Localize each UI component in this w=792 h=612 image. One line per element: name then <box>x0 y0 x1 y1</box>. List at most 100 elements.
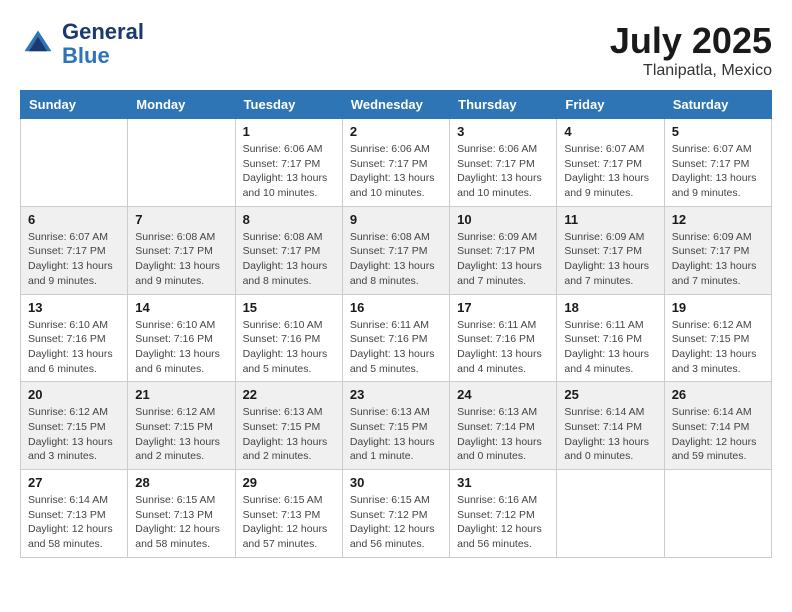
day-number: 14 <box>135 300 227 315</box>
day-number: 19 <box>672 300 764 315</box>
day-number: 20 <box>28 387 120 402</box>
day-detail: Sunrise: 6:06 AM Sunset: 7:17 PM Dayligh… <box>350 142 442 201</box>
day-number: 4 <box>564 124 656 139</box>
day-detail: Sunrise: 6:09 AM Sunset: 7:17 PM Dayligh… <box>457 230 549 289</box>
calendar-cell: 20Sunrise: 6:12 AM Sunset: 7:15 PM Dayli… <box>21 382 128 470</box>
day-detail: Sunrise: 6:08 AM Sunset: 7:17 PM Dayligh… <box>350 230 442 289</box>
day-number: 25 <box>564 387 656 402</box>
day-detail: Sunrise: 6:13 AM Sunset: 7:15 PM Dayligh… <box>350 405 442 464</box>
calendar-cell: 8 Sunrise: 6:08 AM Sunset: 7:17 PM Daylig… <box>235 206 342 294</box>
logo-text: General Blue <box>62 20 144 68</box>
day-number: 28 <box>135 475 227 490</box>
calendar-cell: 31Sunrise: 6:16 AM Sunset: 7:12 PM Dayli… <box>450 470 557 558</box>
calendar-cell <box>21 119 128 207</box>
day-number: 17 <box>457 300 549 315</box>
month-title: July 2025 <box>610 20 772 62</box>
calendar-week-row: 20 Sunrise: 6:12 AM Sunset: 7:15 PM Dayli… <box>21 382 772 470</box>
day-number: 22 <box>243 387 335 402</box>
day-number: 18 <box>564 300 656 315</box>
weekday-header-thursday: Thursday <box>450 91 557 119</box>
calendar-cell: 28Sunrise: 6:15 AM Sunset: 7:13 PM Dayli… <box>128 470 235 558</box>
day-number: 11 <box>564 212 656 227</box>
calendar-cell: 16Sunrise: 6:11 AM Sunset: 7:16 PM Dayli… <box>342 294 449 382</box>
calendar-cell: 1 Sunrise: 6:06 AM Sunset: 7:17 PM Daylig… <box>235 119 342 207</box>
calendar-cell: 22 Sunrise: 6:13 AM Sunset: 7:15 PM Dayli… <box>235 382 342 470</box>
day-detail: Sunrise: 6:08 AM Sunset: 7:17 PM Dayligh… <box>243 230 335 289</box>
day-detail: Sunrise: 6:07 AM Sunset: 7:17 PM Dayligh… <box>28 230 120 289</box>
calendar-cell: 19 Sunrise: 6:12 AM Sunset: 7:15 PM Dayli… <box>664 294 771 382</box>
day-number: 12 <box>672 212 764 227</box>
calendar-cell <box>128 119 235 207</box>
day-detail: Sunrise: 6:12 AM Sunset: 7:15 PM Dayligh… <box>672 318 764 377</box>
weekday-header-sunday: Sunday <box>21 91 128 119</box>
day-number: 2 <box>350 124 442 139</box>
calendar-cell: 12 Sunrise: 6:09 AM Sunset: 7:17 PM Dayli… <box>664 206 771 294</box>
logo: General Blue <box>20 20 144 68</box>
weekday-header-saturday: Saturday <box>664 91 771 119</box>
calendar-cell: 15 Sunrise: 6:10 AM Sunset: 7:16 PM Dayli… <box>235 294 342 382</box>
calendar-cell: 13 Sunrise: 6:10 AM Sunset: 7:16 PM Dayli… <box>21 294 128 382</box>
logo-line2: Blue <box>62 43 110 68</box>
day-detail: Sunrise: 6:14 AM Sunset: 7:14 PM Dayligh… <box>672 405 764 464</box>
weekday-header-tuesday: Tuesday <box>235 91 342 119</box>
day-detail: Sunrise: 6:10 AM Sunset: 7:16 PM Dayligh… <box>135 318 227 377</box>
calendar-cell: 5Sunrise: 6:07 AM Sunset: 7:17 PM Daylig… <box>664 119 771 207</box>
day-number: 13 <box>28 300 120 315</box>
calendar-cell: 27 Sunrise: 6:14 AM Sunset: 7:13 PM Dayli… <box>21 470 128 558</box>
day-detail: Sunrise: 6:14 AM Sunset: 7:14 PM Dayligh… <box>564 405 656 464</box>
calendar-cell: 3 Sunrise: 6:06 AM Sunset: 7:17 PM Daylig… <box>450 119 557 207</box>
day-number: 8 <box>243 212 335 227</box>
day-number: 3 <box>457 124 549 139</box>
day-detail: Sunrise: 6:11 AM Sunset: 7:16 PM Dayligh… <box>350 318 442 377</box>
day-detail: Sunrise: 6:13 AM Sunset: 7:15 PM Dayligh… <box>243 405 335 464</box>
weekday-header-row: SundayMondayTuesdayWednesdayThursdayFrid… <box>21 91 772 119</box>
day-detail: Sunrise: 6:15 AM Sunset: 7:13 PM Dayligh… <box>243 493 335 552</box>
day-number: 30 <box>350 475 442 490</box>
calendar-cell: 2 Sunrise: 6:06 AM Sunset: 7:17 PM Daylig… <box>342 119 449 207</box>
page-header: General Blue July 2025 Tlanipatla, Mexic… <box>20 20 772 80</box>
day-detail: Sunrise: 6:12 AM Sunset: 7:15 PM Dayligh… <box>135 405 227 464</box>
day-number: 6 <box>28 212 120 227</box>
day-detail: Sunrise: 6:16 AM Sunset: 7:12 PM Dayligh… <box>457 493 549 552</box>
weekday-header-monday: Monday <box>128 91 235 119</box>
calendar-cell: 17Sunrise: 6:11 AM Sunset: 7:16 PM Dayli… <box>450 294 557 382</box>
calendar-cell: 26Sunrise: 6:14 AM Sunset: 7:14 PM Dayli… <box>664 382 771 470</box>
day-detail: Sunrise: 6:06 AM Sunset: 7:17 PM Dayligh… <box>457 142 549 201</box>
calendar-cell: 11 Sunrise: 6:09 AM Sunset: 7:17 PM Dayli… <box>557 206 664 294</box>
day-detail: Sunrise: 6:10 AM Sunset: 7:16 PM Dayligh… <box>28 318 120 377</box>
day-detail: Sunrise: 6:14 AM Sunset: 7:13 PM Dayligh… <box>28 493 120 552</box>
calendar-cell: 29 Sunrise: 6:15 AM Sunset: 7:13 PM Dayli… <box>235 470 342 558</box>
day-detail: Sunrise: 6:06 AM Sunset: 7:17 PM Dayligh… <box>243 142 335 201</box>
day-number: 7 <box>135 212 227 227</box>
calendar-week-row: 27 Sunrise: 6:14 AM Sunset: 7:13 PM Dayli… <box>21 470 772 558</box>
day-detail: Sunrise: 6:15 AM Sunset: 7:12 PM Dayligh… <box>350 493 442 552</box>
calendar-cell: 21 Sunrise: 6:12 AM Sunset: 7:15 PM Dayli… <box>128 382 235 470</box>
calendar-cell: 30 Sunrise: 6:15 AM Sunset: 7:12 PM Dayli… <box>342 470 449 558</box>
location-title: Tlanipatla, Mexico <box>610 62 772 80</box>
calendar-cell: 6 Sunrise: 6:07 AM Sunset: 7:17 PM Daylig… <box>21 206 128 294</box>
day-number: 29 <box>243 475 335 490</box>
day-detail: Sunrise: 6:09 AM Sunset: 7:17 PM Dayligh… <box>564 230 656 289</box>
title-section: July 2025 Tlanipatla, Mexico <box>610 20 772 80</box>
day-detail: Sunrise: 6:10 AM Sunset: 7:16 PM Dayligh… <box>243 318 335 377</box>
calendar-cell <box>664 470 771 558</box>
calendar-cell: 23Sunrise: 6:13 AM Sunset: 7:15 PM Dayli… <box>342 382 449 470</box>
calendar-cell: 14 Sunrise: 6:10 AM Sunset: 7:16 PM Dayli… <box>128 294 235 382</box>
day-number: 15 <box>243 300 335 315</box>
calendar-week-row: 1 Sunrise: 6:06 AM Sunset: 7:17 PM Daylig… <box>21 119 772 207</box>
day-number: 21 <box>135 387 227 402</box>
calendar-cell: 9 Sunrise: 6:08 AM Sunset: 7:17 PM Daylig… <box>342 206 449 294</box>
calendar-cell: 24Sunrise: 6:13 AM Sunset: 7:14 PM Dayli… <box>450 382 557 470</box>
calendar-cell: 7 Sunrise: 6:08 AM Sunset: 7:17 PM Daylig… <box>128 206 235 294</box>
weekday-header-wednesday: Wednesday <box>342 91 449 119</box>
day-detail: Sunrise: 6:08 AM Sunset: 7:17 PM Dayligh… <box>135 230 227 289</box>
calendar-week-row: 13 Sunrise: 6:10 AM Sunset: 7:16 PM Dayli… <box>21 294 772 382</box>
day-detail: Sunrise: 6:09 AM Sunset: 7:17 PM Dayligh… <box>672 230 764 289</box>
day-number: 27 <box>28 475 120 490</box>
day-detail: Sunrise: 6:11 AM Sunset: 7:16 PM Dayligh… <box>564 318 656 377</box>
day-number: 1 <box>243 124 335 139</box>
calendar-cell: 10Sunrise: 6:09 AM Sunset: 7:17 PM Dayli… <box>450 206 557 294</box>
day-number: 9 <box>350 212 442 227</box>
day-detail: Sunrise: 6:13 AM Sunset: 7:14 PM Dayligh… <box>457 405 549 464</box>
weekday-header-friday: Friday <box>557 91 664 119</box>
